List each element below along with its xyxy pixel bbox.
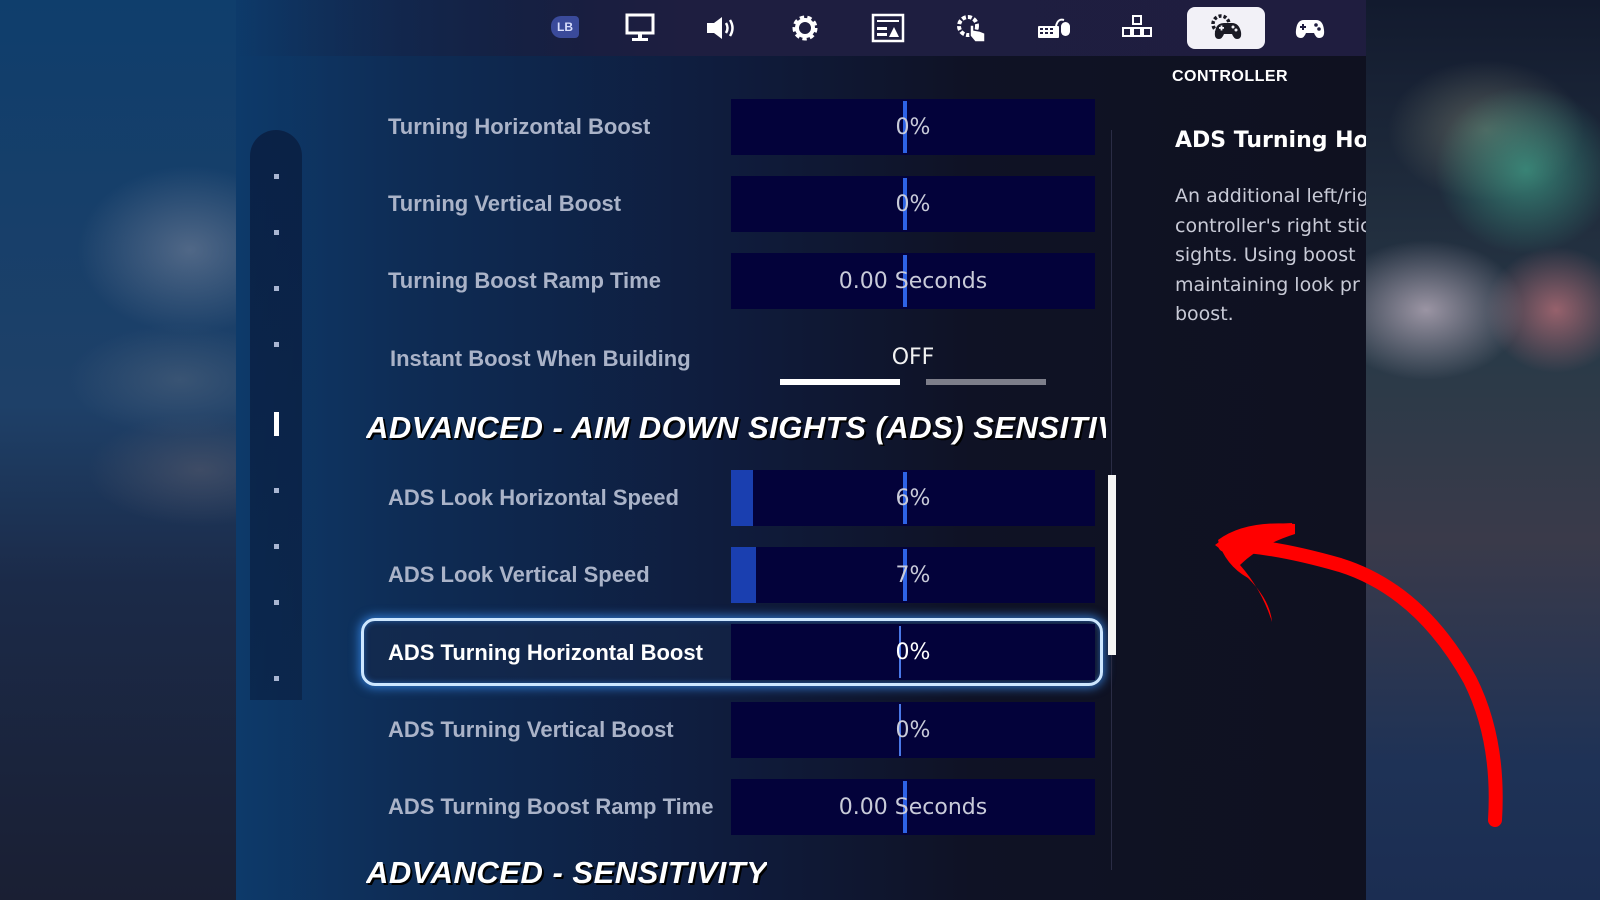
tab-keyboard-mouse[interactable] <box>1015 7 1093 49</box>
toggle-option-on-indicator[interactable] <box>926 379 1046 385</box>
setting-label: Turning Vertical Boost <box>388 191 622 216</box>
scrollbar-thumb[interactable] <box>1108 475 1116 655</box>
slider-value: 0.00 Seconds <box>838 794 988 820</box>
description-line: controller's right stick <box>1175 214 1366 237</box>
speaker-icon <box>707 17 734 39</box>
description-line: boost. <box>1175 303 1234 325</box>
section-title-sensitivity: ADVANCED - SENSITIVITY <box>366 855 768 890</box>
section-title-ads: ADVANCED - AIM DOWN SIGHTS (ADS) SENSITI… <box>366 410 1106 445</box>
keyboard-mouse-icon <box>1038 18 1070 38</box>
description-line: maintaining look pr <box>1175 273 1360 296</box>
ads-look-horizontal-speed-slider[interactable]: 6% <box>731 470 1095 526</box>
slider-value: 0% <box>895 191 931 217</box>
pager-dot[interactable] <box>274 342 279 347</box>
pager-dot[interactable] <box>274 676 279 681</box>
slider-value: 0% <box>895 717 931 743</box>
active-tab-label: CONTROLLER <box>1172 68 1289 85</box>
pager-dot[interactable] <box>274 544 279 549</box>
tab-game[interactable] <box>766 7 844 49</box>
setting-label: Turning Boost Ramp Time <box>388 268 661 293</box>
slider-value: 0.00 Seconds <box>838 268 988 294</box>
pager-dot[interactable] <box>274 230 279 235</box>
description-line: sights. Using boost <box>1175 244 1356 266</box>
setting-label: ADS Look Horizontal Speed <box>388 485 679 510</box>
toggle-option-off-indicator[interactable] <box>780 379 900 385</box>
ads-turning-horizontal-boost-slider[interactable]: 0% <box>731 624 1095 680</box>
description-body: An additional left/right controller's ri… <box>1175 182 1366 330</box>
gear-touch-icon <box>957 15 986 43</box>
tab-touch[interactable] <box>932 7 1010 49</box>
turning-boost-ramp-time-slider[interactable]: 0.00 Seconds <box>731 253 1095 309</box>
description-line: An additional left/right <box>1175 185 1366 207</box>
pager-dot[interactable] <box>274 488 279 493</box>
setting-label: ADS Turning Vertical Boost <box>388 717 674 742</box>
setting-label: ADS Turning Boost Ramp Time <box>388 794 714 819</box>
slider-value: 6% <box>895 485 931 511</box>
tab-accessibility[interactable] <box>849 7 927 49</box>
ads-look-vertical-speed-slider[interactable]: 7% <box>731 547 1095 603</box>
pager-dot[interactable] <box>274 174 279 179</box>
instant-boost-toggle-value[interactable]: OFF <box>880 345 946 370</box>
setting-label: ADS Look Vertical Speed <box>388 562 650 587</box>
tab-audio[interactable] <box>683 7 761 49</box>
gear-controller-icon <box>1211 14 1242 39</box>
pager-dot-active[interactable] <box>274 412 279 436</box>
setting-label: Turning Horizontal Boost <box>388 114 651 139</box>
monitor-icon <box>625 13 655 41</box>
slider-value: 0% <box>895 639 931 665</box>
blurred-background-right <box>1366 0 1600 900</box>
blurred-background-left <box>0 0 236 900</box>
pager-dot[interactable] <box>274 286 279 291</box>
gear-icon <box>792 15 818 41</box>
lb-bumper-hint: LB <box>551 16 579 38</box>
controller-icon <box>1295 20 1325 38</box>
ui-layout-icon <box>871 13 905 43</box>
tab-display[interactable] <box>601 7 679 49</box>
slider-value: 0% <box>895 114 931 140</box>
tab-controller-binds[interactable] <box>1271 7 1349 49</box>
description-title: ADS Turning Horizontal Boost <box>1175 128 1366 153</box>
pager-dot[interactable] <box>274 600 279 605</box>
dpad-keys-icon <box>1122 15 1152 37</box>
tab-controller[interactable] <box>1187 7 1265 49</box>
tab-controls[interactable] <box>1098 7 1176 49</box>
ads-turning-vertical-boost-slider[interactable]: 0% <box>731 702 1095 758</box>
section-pager <box>250 130 302 700</box>
setting-label-focused: ADS Turning Horizontal Boost <box>388 640 703 665</box>
slider-value: 7% <box>895 562 931 588</box>
turning-horizontal-boost-slider[interactable]: 0% <box>731 99 1095 155</box>
turning-vertical-boost-slider[interactable]: 0% <box>731 176 1095 232</box>
ads-turning-boost-ramp-time-slider[interactable]: 0.00 Seconds <box>731 779 1095 835</box>
setting-label: Instant Boost When Building <box>390 346 691 371</box>
